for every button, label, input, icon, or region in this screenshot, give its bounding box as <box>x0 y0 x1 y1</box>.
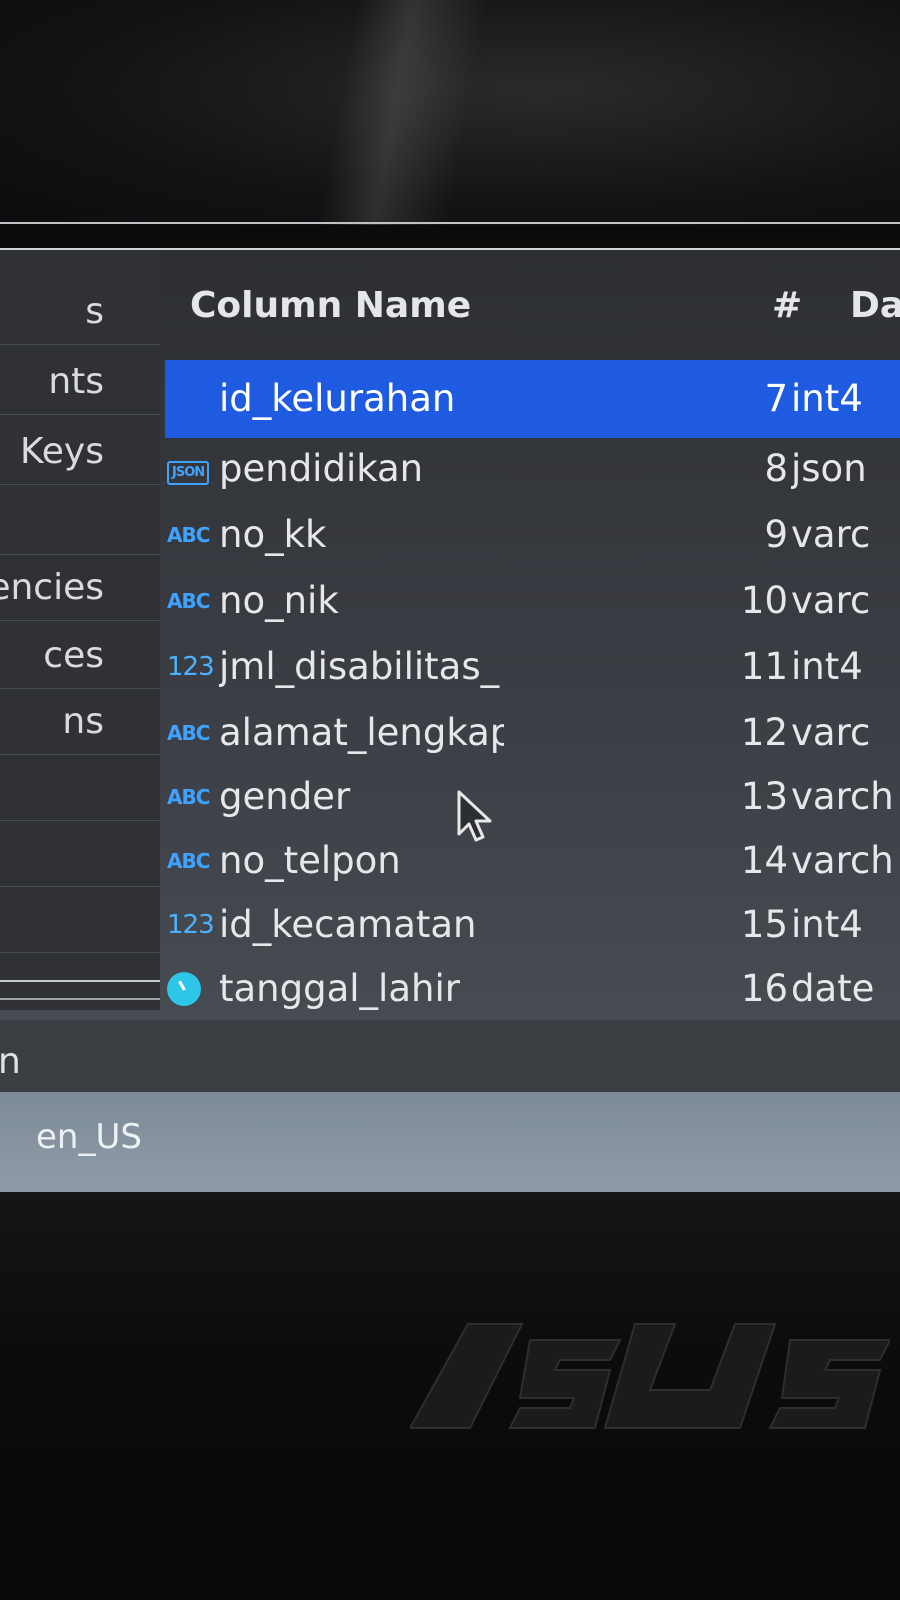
table-row[interactable]: tanggal_lahir 16 date <box>165 956 900 1022</box>
column-ordinal: 16 <box>740 967 788 1010</box>
column-ordinal: 13 <box>740 775 788 818</box>
column-name: pendidikan <box>219 447 424 490</box>
column-name: jml_disabilitas_ <box>219 645 500 688</box>
nav-item[interactable] <box>0 756 160 821</box>
column-name: id_kelurahan <box>219 377 456 420</box>
table-row[interactable]: 123 jml_disabilitas_ 11 int4 <box>165 634 900 700</box>
json-icon: JSON <box>167 449 217 489</box>
header-ordinal[interactable]: # <box>772 276 802 336</box>
column-ordinal: 8 <box>764 447 788 490</box>
table-row[interactable]: JSON pendidikan 8 json <box>165 436 900 502</box>
nav-item[interactable]: s <box>0 280 160 345</box>
table-row[interactable]: ABC alamat_lengkap 12 varc <box>165 700 900 766</box>
column-name: no_kk <box>219 513 327 556</box>
locale-indicator[interactable]: en_US <box>36 1092 142 1182</box>
column-ordinal: 11 <box>740 645 788 688</box>
nav-item-label: Keys <box>19 431 104 472</box>
numeric-type-icon: 123 <box>167 910 215 940</box>
table-row[interactable]: ABC no_telpon 14 varch <box>165 828 900 894</box>
column-name: tanggal_lahir <box>219 967 460 1010</box>
column-ordinal: 7 <box>764 377 788 420</box>
nav-item[interactable]: encies <box>0 556 160 621</box>
nav-item[interactable]: ces <box>0 624 160 689</box>
column-ordinal: 10 <box>740 579 788 622</box>
nav-item-label: nts <box>48 361 104 402</box>
left-nav-panel: s nts Keys encies ces ns <box>0 250 160 1010</box>
divider <box>0 980 160 982</box>
table-row[interactable]: ABC no_kk 9 varc <box>165 502 900 568</box>
nav-item-label: ns <box>62 701 104 742</box>
column-ordinal: 12 <box>740 711 788 754</box>
laptop-brand-logo <box>410 1323 890 1429</box>
status-text: n <box>0 1041 21 1082</box>
ambient-background <box>0 0 900 225</box>
column-ordinal: 9 <box>764 513 788 556</box>
table-row[interactable]: ABC no_nik 10 varc <box>165 568 900 634</box>
text-type-icon: ABC <box>167 785 210 809</box>
header-column-name[interactable]: Column Name <box>190 276 471 336</box>
text-type-icon: ABC <box>167 523 210 547</box>
column-data-type: varch <box>791 775 894 818</box>
window-border-top <box>0 222 900 224</box>
table-row[interactable]: 123 id_kecamatan 15 int4 <box>165 892 900 958</box>
text-type-icon: ABC <box>167 589 210 613</box>
properties-strip: n <box>0 1020 900 1092</box>
column-data-type: varc <box>791 711 871 754</box>
divider <box>0 998 160 1000</box>
nav-item-label: s <box>85 291 104 332</box>
column-name: alamat_lengkap <box>219 711 504 754</box>
mouse-cursor-icon <box>457 790 492 842</box>
nav-item[interactable]: ns <box>0 690 160 755</box>
nav-item[interactable]: Keys <box>0 420 160 485</box>
column-data-type: varch <box>791 839 894 882</box>
column-ordinal: 14 <box>740 839 788 882</box>
column-ordinal: 15 <box>740 903 788 946</box>
nav-item-label: ces <box>43 635 104 676</box>
column-data-type: int4 <box>791 903 863 946</box>
table-row-selected[interactable]: id_kelurahan 7 int4 <box>165 360 900 438</box>
nav-item[interactable]: nts <box>0 350 160 415</box>
nav-item[interactable] <box>0 888 160 953</box>
status-bar: en_US <box>0 1092 900 1192</box>
text-type-icon: ABC <box>167 721 210 745</box>
column-name: id_kecamatan <box>219 903 477 946</box>
column-data-type: date <box>791 967 875 1010</box>
column-name: no_nik <box>219 579 339 622</box>
nav-item[interactable] <box>0 822 160 887</box>
column-data-type: varc <box>791 579 871 622</box>
nav-item[interactable] <box>0 490 160 555</box>
column-data-type: varc <box>791 513 871 556</box>
date-clock-icon <box>167 969 217 1009</box>
columns-table-header: Column Name # Da <box>190 276 900 336</box>
column-data-type: int4 <box>791 645 863 688</box>
header-data-type[interactable]: Da <box>850 276 900 336</box>
text-type-icon: ABC <box>167 849 210 873</box>
column-data-type: int4 <box>791 377 863 420</box>
nav-item-label: encies <box>0 567 104 608</box>
column-data-type: json <box>791 447 867 490</box>
numeric-type-icon: 123 <box>167 652 215 682</box>
table-row[interactable]: ABC gender 13 varch <box>165 764 900 830</box>
